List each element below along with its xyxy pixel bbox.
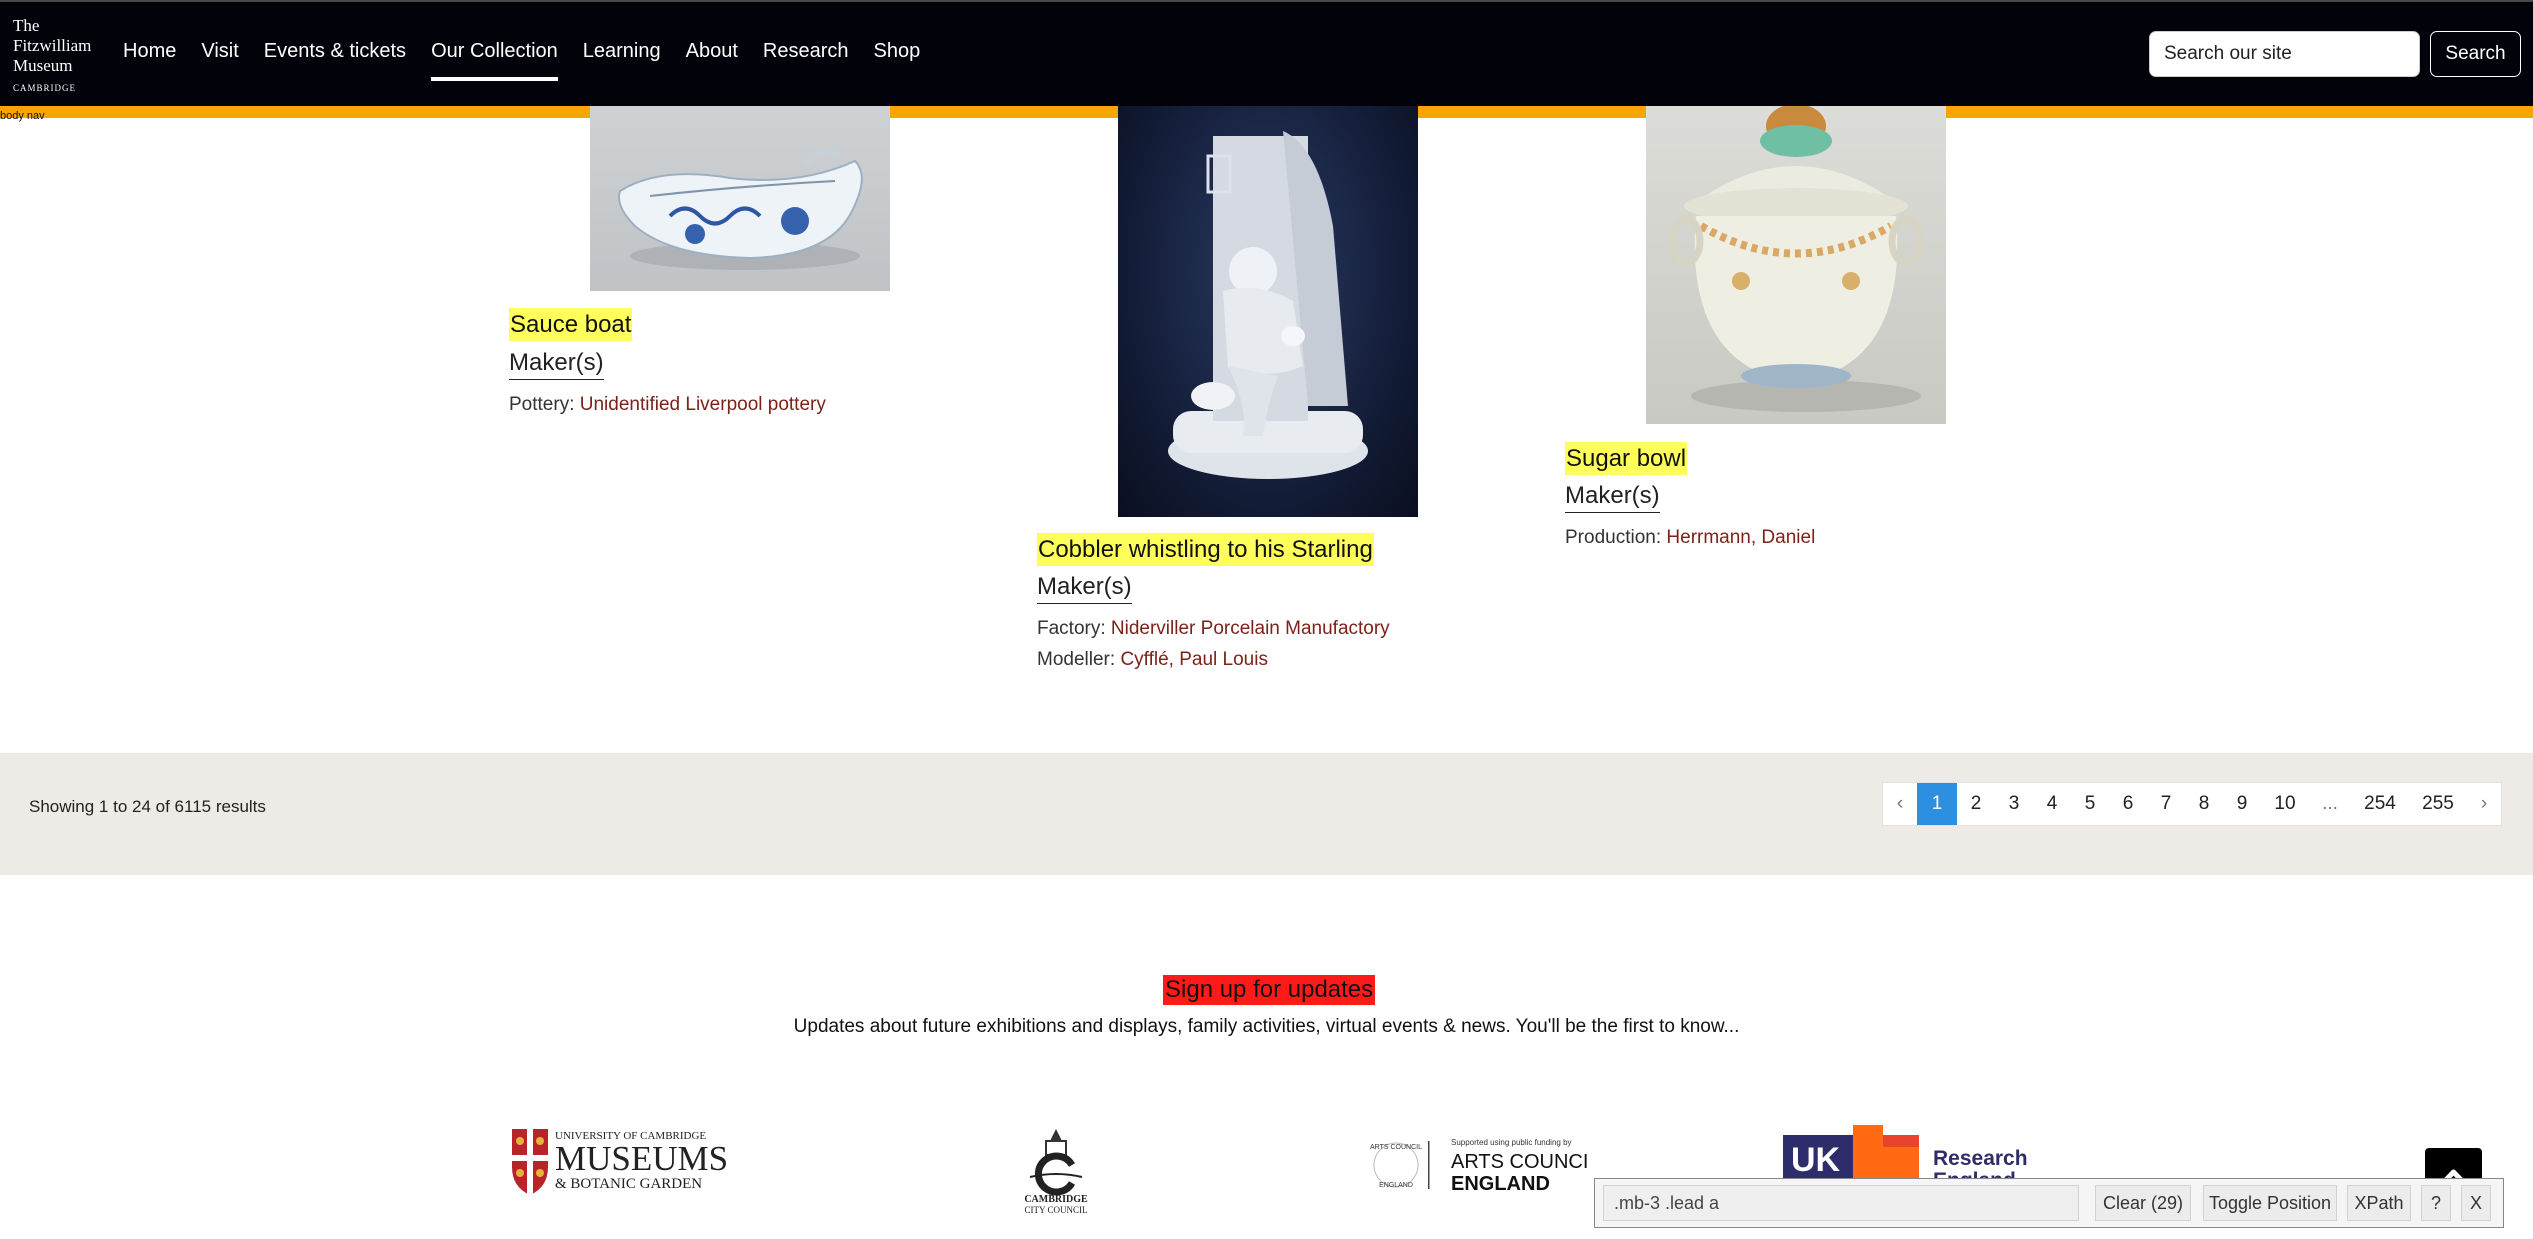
skip-nav-note: body nav bbox=[0, 110, 45, 122]
card-meta-line: Production: Herrmann, Daniel bbox=[1565, 527, 1815, 549]
meta-value-link[interactable]: Herrmann, Daniel bbox=[1666, 527, 1815, 548]
pagination-page[interactable]: 6 bbox=[2109, 783, 2147, 825]
pagination-page[interactable]: 255 bbox=[2409, 783, 2467, 825]
pagination: ‹ 1 2 3 4 5 6 7 8 9 10 ... 254 255 › bbox=[1882, 782, 2502, 826]
site-header: The Fitzwilliam Museum CAMBRIDGE Home Vi… bbox=[0, 0, 2533, 106]
pagination-ellipsis: ... bbox=[2322, 793, 2338, 814]
logo-line-3: Museum bbox=[13, 56, 73, 75]
meta-label: Modeller: bbox=[1037, 649, 1116, 670]
nav-events-tickets[interactable]: Events & tickets bbox=[264, 2, 406, 106]
pagination-page[interactable]: 10 bbox=[2261, 783, 2309, 825]
card-maker-link[interactable]: Maker(s) bbox=[509, 348, 604, 380]
meta-value-link[interactable]: Unidentified Liverpool pottery bbox=[580, 394, 826, 415]
selector-query-input[interactable]: .mb-3 .lead a bbox=[1603, 1185, 2079, 1221]
pagination-page[interactable]: 4 bbox=[2033, 783, 2071, 825]
results-summary: Showing 1 to 24 of 6115 results bbox=[29, 797, 266, 816]
museum-logo[interactable]: The Fitzwilliam Museum CAMBRIDGE bbox=[13, 16, 103, 98]
museums-logo-line-3: & BOTANIC GARDEN bbox=[555, 1176, 702, 1192]
pagination-page[interactable]: 1 bbox=[1917, 783, 1957, 825]
pagination-page[interactable]: 9 bbox=[2223, 783, 2261, 825]
pagination-page[interactable]: 2 bbox=[1957, 783, 1995, 825]
meta-label: Factory: bbox=[1037, 618, 1106, 639]
pagination-page[interactable]: 7 bbox=[2147, 783, 2185, 825]
logo-line-4: CAMBRIDGE bbox=[13, 83, 77, 93]
museums-botanic-garden-logo[interactable]: UNIVERSITY OF CAMBRIDGE MUSEUMS & BOTANI… bbox=[510, 1127, 755, 1197]
card-meta-line: Factory: Niderviller Porcelain Manufacto… bbox=[1037, 618, 1390, 640]
city-logo-line-1: CAMBRIDGE bbox=[1024, 1194, 1088, 1205]
museums-logo-line-2: MUSEUMS bbox=[555, 1139, 728, 1178]
nav-learning[interactable]: Learning bbox=[583, 2, 661, 106]
ukri-line-1: Research bbox=[1933, 1147, 2028, 1170]
search-button[interactable]: Search bbox=[2430, 31, 2521, 77]
nav-about[interactable]: About bbox=[686, 2, 738, 106]
card-maker-link[interactable]: Maker(s) bbox=[1037, 572, 1132, 604]
nav-visit[interactable]: Visit bbox=[201, 2, 238, 106]
pagination-page[interactable]: 8 bbox=[2185, 783, 2223, 825]
nav-our-collection[interactable]: Our Collection bbox=[431, 2, 558, 106]
main-nav: Home Visit Events & tickets Our Collecti… bbox=[123, 2, 945, 106]
meta-label: Pottery: bbox=[509, 394, 575, 415]
ukri-research-england-logo[interactable]: UK Research England bbox=[1783, 1123, 2033, 1192]
nav-shop[interactable]: Shop bbox=[874, 2, 921, 106]
arts-ring-bottom: ENGLAND bbox=[1379, 1182, 1413, 1189]
cambridge-city-council-logo[interactable]: CAMBRIDGE CITY COUNCIL bbox=[1010, 1125, 1102, 1217]
signup-heading[interactable]: Sign up for updates bbox=[1163, 975, 1376, 1005]
pagination-page[interactable]: 254 bbox=[2351, 783, 2409, 825]
sugar-bowl-image[interactable] bbox=[1646, 106, 1946, 424]
arts-logo-line-2: ENGLAND bbox=[1451, 1173, 1550, 1195]
nav-home[interactable]: Home bbox=[123, 2, 176, 106]
city-logo-line-2: CITY COUNCIL bbox=[1025, 1205, 1088, 1215]
card-title-sugar-bowl[interactable]: Sugar bowl bbox=[1565, 442, 1688, 475]
pagination-next[interactable]: › bbox=[2467, 783, 2501, 825]
arts-ring-top: ARTS COUNCIL bbox=[1370, 1144, 1422, 1151]
cobbler-figurine-image[interactable] bbox=[1118, 106, 1418, 517]
toggle-position-button[interactable]: Toggle Position bbox=[2203, 1185, 2337, 1221]
pagination-prev[interactable]: ‹ bbox=[1883, 783, 1917, 825]
pagination-page[interactable]: 3 bbox=[1995, 783, 2033, 825]
arts-logo-small: Supported using public funding by bbox=[1451, 1138, 1572, 1147]
card-title-cobbler[interactable]: Cobbler whistling to his Starling bbox=[1037, 533, 1374, 566]
meta-value-link[interactable]: Cyfflé, Paul Louis bbox=[1120, 649, 1268, 670]
pagination-page[interactable]: 5 bbox=[2071, 783, 2109, 825]
signup-description: Updates about future exhibitions and dis… bbox=[793, 1016, 1740, 1037]
meta-value-link[interactable]: Niderviller Porcelain Manufactory bbox=[1111, 618, 1390, 639]
arts-logo-line-1: ARTS COUNCIL bbox=[1451, 1151, 1590, 1173]
logo-line-1: The bbox=[13, 16, 40, 35]
card-maker-link[interactable]: Maker(s) bbox=[1565, 481, 1660, 513]
site-search-input[interactable] bbox=[2149, 31, 2420, 77]
ukri-mark: UK bbox=[1791, 1141, 1841, 1179]
xpath-button[interactable]: XPath bbox=[2347, 1185, 2411, 1221]
meta-label: Production: bbox=[1565, 527, 1662, 548]
selector-tool-bar: .mb-3 .lead a Clear (29) Toggle Position… bbox=[1594, 1178, 2504, 1228]
help-button[interactable]: ? bbox=[2421, 1185, 2451, 1221]
card-meta-line: Pottery: Unidentified Liverpool pottery bbox=[509, 394, 826, 416]
card-meta-line: Modeller: Cyfflé, Paul Louis bbox=[1037, 649, 1268, 671]
results-band: Showing 1 to 24 of 6115 results ‹ 1 2 3 … bbox=[0, 753, 2533, 875]
sauce-boat-image[interactable] bbox=[590, 106, 890, 291]
nav-research[interactable]: Research bbox=[763, 2, 849, 106]
card-title-sauce-boat[interactable]: Sauce boat bbox=[509, 308, 633, 341]
arts-council-england-logo[interactable]: ARTS COUNCIL ENGLAND Supported using pub… bbox=[1368, 1135, 1600, 1195]
clear-button[interactable]: Clear (29) bbox=[2095, 1185, 2191, 1221]
logo-line-2: Fitzwilliam bbox=[13, 36, 92, 55]
close-button[interactable]: X bbox=[2461, 1185, 2491, 1221]
